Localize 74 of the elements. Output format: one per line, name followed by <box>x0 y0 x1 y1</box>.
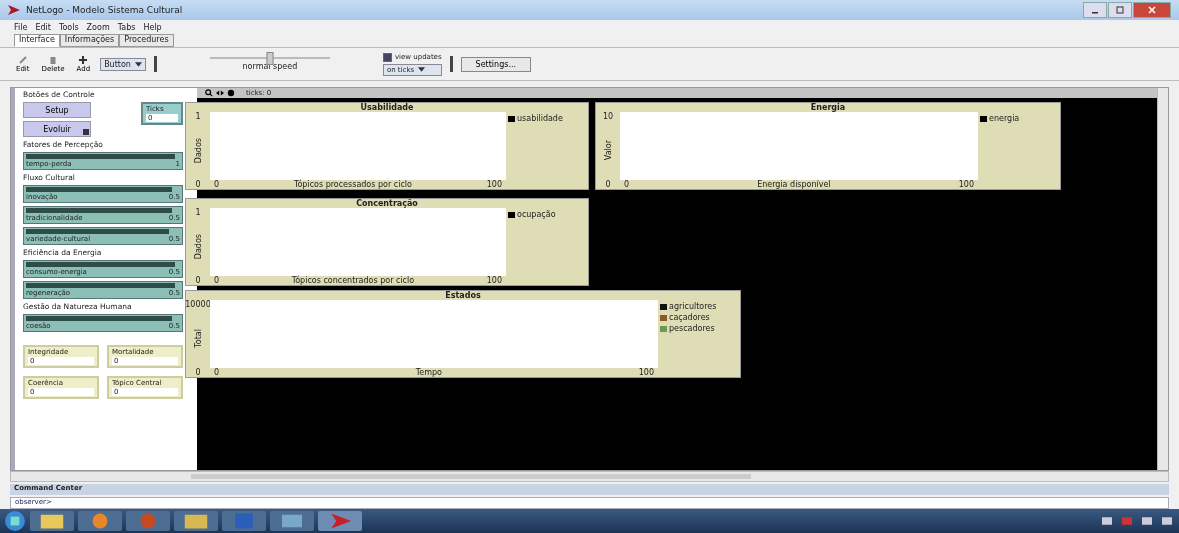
arrows-icon <box>216 89 224 97</box>
menu-item[interactable]: Tools <box>58 22 79 32</box>
axis-label: Tempo <box>415 368 442 377</box>
axis-label: Tópicos processados por ciclo <box>293 180 412 189</box>
axis-label: Tópicos concentrados por ciclo <box>291 276 415 285</box>
legend-label: usabilidade <box>517 114 563 123</box>
checkbox[interactable] <box>382 52 392 62</box>
maximize-button[interactable] <box>1108 2 1132 18</box>
axis-tick: 0 <box>605 180 611 189</box>
axis-tick: 0 <box>214 368 220 377</box>
zoom-icon <box>205 89 213 97</box>
minimize-button[interactable] <box>1083 2 1107 18</box>
plus-icon <box>78 55 89 65</box>
legend-label: energia <box>989 114 1020 123</box>
menu-item[interactable]: Tabs <box>117 22 136 32</box>
window-icon[interactable] <box>270 511 314 531</box>
axis-label: Valor <box>603 140 613 161</box>
tab[interactable]: Interface <box>14 34 60 47</box>
axis-tick: 10 <box>602 112 614 121</box>
legend-label: caçadores <box>669 313 710 322</box>
circle-icon <box>227 89 235 97</box>
axis-tick: 100 <box>638 368 654 377</box>
axis-label: Dados <box>193 233 203 260</box>
tab[interactable]: Procedures <box>119 34 174 47</box>
tab[interactable]: Informações <box>59 34 120 47</box>
legend-label: pescadores <box>669 324 715 333</box>
menu-item[interactable]: Zoom <box>86 22 110 32</box>
caret-icon <box>134 61 142 67</box>
axis-tick: 10000 <box>185 300 211 309</box>
legend-label: ocupação <box>517 210 556 219</box>
axis-tick: 0 <box>214 276 220 285</box>
speed-label: normal speed <box>242 62 298 71</box>
legend-label: agricultores <box>669 302 717 311</box>
folder-icon[interactable] <box>174 511 218 531</box>
pencil-icon <box>17 55 28 65</box>
window-title: NetLogo - Modelo Sistema Cultural <box>26 5 183 15</box>
axis-label: Energia disponível <box>757 180 831 189</box>
axis-tick: 0 <box>195 180 201 189</box>
document-icon[interactable] <box>222 511 266 531</box>
axis-tick: 0 <box>195 276 201 285</box>
close-button[interactable] <box>1133 2 1171 18</box>
speed-slider[interactable] <box>266 52 274 65</box>
widget-dropdown[interactable]: Button <box>100 57 146 71</box>
axis-tick: 100 <box>486 180 502 189</box>
axis-label: Total <box>193 329 203 348</box>
menu-item[interactable]: File <box>14 22 28 32</box>
model-button[interactable]: Setup <box>23 102 91 118</box>
axis-tick: 0 <box>214 180 220 189</box>
settings-button[interactable]: Settings... <box>460 56 532 72</box>
axis-label: Dados <box>193 137 203 164</box>
scrollbar[interactable] <box>10 471 1169 482</box>
axis-tick: 1 <box>195 112 201 121</box>
axis-tick: 1 <box>195 208 201 217</box>
plot-title: Concentração <box>355 199 419 208</box>
caret-icon <box>418 67 426 72</box>
axis-tick: 100 <box>486 276 502 285</box>
axis-tick: 0 <box>624 180 630 189</box>
loop-icon <box>83 129 89 135</box>
plot-title: Estados <box>444 291 482 300</box>
tray-icon[interactable] <box>1102 517 1112 525</box>
scrollbar[interactable] <box>1157 88 1168 470</box>
start-icon[interactable] <box>4 510 26 532</box>
menu-item[interactable]: Edit <box>35 22 51 32</box>
trash-icon <box>48 55 59 65</box>
arrow-icon <box>8 5 20 15</box>
axis-tick: 0 <box>195 368 201 377</box>
menu-item[interactable]: Help <box>143 22 162 32</box>
axis-tick: 100 <box>958 180 974 189</box>
plot-title: Energia <box>809 103 847 112</box>
model-button[interactable]: Evoluir <box>23 121 91 137</box>
close-icon <box>1148 6 1156 14</box>
folder-icon[interactable] <box>30 511 74 531</box>
plot-title: Usabilidade <box>359 103 415 112</box>
maximize-icon <box>1116 6 1124 14</box>
